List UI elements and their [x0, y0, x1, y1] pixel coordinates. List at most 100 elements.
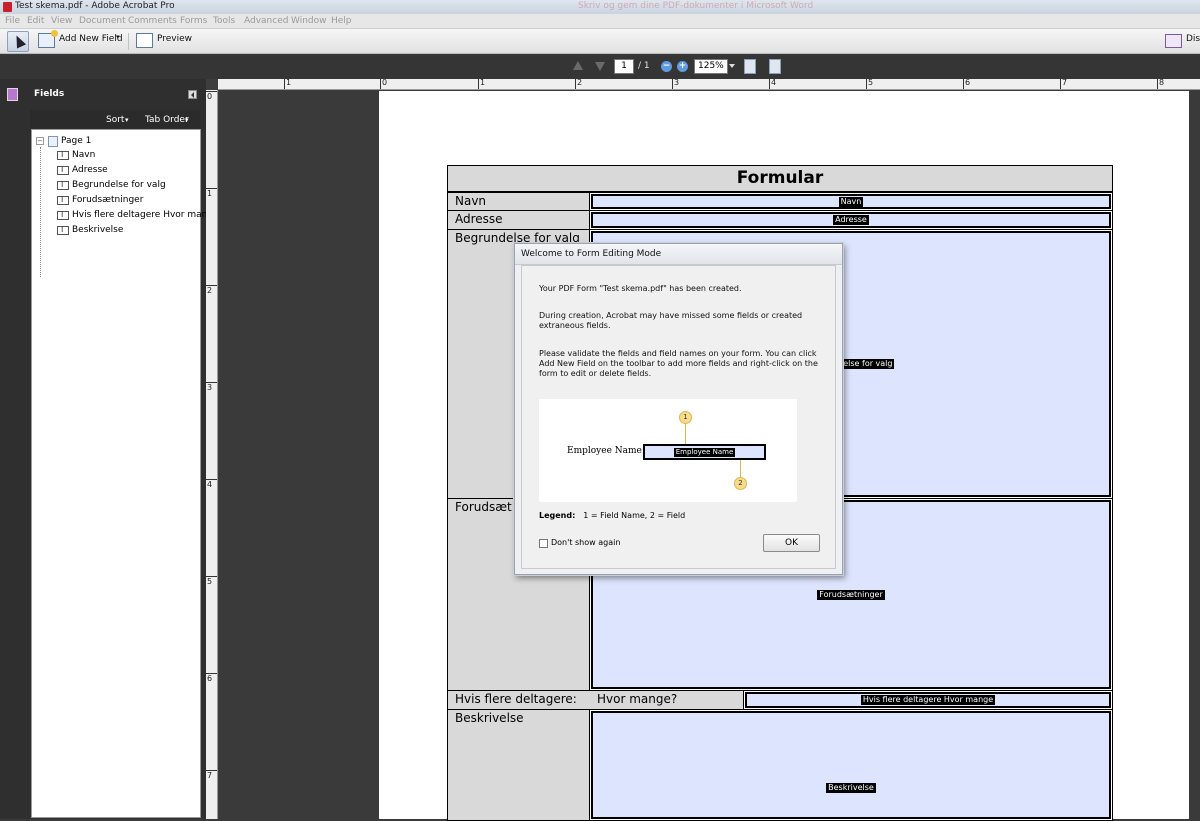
menu-document[interactable]: Document	[79, 16, 126, 26]
collapse-tree-icon[interactable]: −	[36, 137, 44, 145]
ruler-tick	[769, 79, 770, 89]
ruler-label: 0	[382, 78, 388, 87]
zoom-out-icon[interactable]: −	[661, 61, 672, 72]
marker-2-icon: 2	[734, 477, 747, 490]
page-number-input[interactable]: 1	[614, 59, 634, 74]
welcome-dialog: Welcome to Form Editing Mode Your PDF Fo…	[514, 243, 843, 575]
acrobat-icon	[3, 2, 12, 12]
menu-help[interactable]: Help	[331, 16, 352, 26]
sort-button[interactable]: Sort	[106, 115, 124, 125]
distribute-icon[interactable]	[1165, 34, 1182, 48]
add-new-field-button[interactable]: Add New Field	[59, 34, 123, 44]
field-navn[interactable]: Navn	[591, 194, 1111, 209]
dont-show-label[interactable]: Don't show again	[551, 538, 620, 547]
ruler-label: 2	[577, 78, 583, 87]
ruler-label: 8	[1159, 78, 1165, 87]
zoom-dropdown-icon[interactable]	[729, 64, 735, 68]
ruler-tick	[1157, 79, 1158, 89]
horizontal-ruler: 1 0 1 2 3 4 5 6 7 8	[218, 78, 1200, 90]
sort-chevron-icon[interactable]: ▾	[125, 116, 129, 124]
dialog-created-text: Your PDF Form "Test skema.pdf" has been …	[539, 284, 742, 293]
text-field-icon	[57, 165, 69, 175]
marker-line	[685, 424, 686, 444]
zoom-input[interactable]: 125%	[694, 59, 728, 74]
field-adresse[interactable]: Adresse	[591, 212, 1111, 228]
title-bar: Test skema.pdf - Adobe Acrobat Pro Skriv…	[0, 0, 1200, 14]
preview-button[interactable]: Preview	[157, 34, 192, 44]
ruler-label: 6	[965, 78, 971, 87]
marker-1-icon: 1	[679, 411, 692, 424]
dialog-validate-text: Please validate the fields and field nam…	[539, 349, 818, 378]
ruler-label: 5	[868, 78, 874, 87]
ruler-label: 0	[207, 92, 213, 101]
field-name-tag: lelse for valg	[839, 359, 895, 369]
field-hvis-flere[interactable]: Hvis flere deltagere Hvor mange	[745, 692, 1111, 708]
dialog-title: Welcome to Form Editing Mode	[515, 244, 842, 265]
text-field-icon	[57, 180, 69, 190]
ruler-label: 7	[207, 771, 213, 780]
fields-panel-options: Sort ▾ Tab Order ▾	[30, 110, 200, 128]
navigation-bar: 1 / 1 − + 125%	[0, 55, 1200, 79]
tree-item-label: Begrundelse for valg	[72, 180, 166, 190]
field-beskrivelse[interactable]: Beskrivelse	[591, 711, 1111, 819]
fields-icon[interactable]	[7, 88, 18, 101]
ok-button[interactable]: OK	[763, 534, 820, 552]
workspace-background	[1189, 91, 1200, 819]
toolbar: Add New Field ▾ Preview Dist	[0, 29, 1200, 54]
menu-window[interactable]: Window	[291, 16, 327, 26]
tab-order-chevron-icon[interactable]: ▾	[185, 116, 189, 124]
tree-page-label: Page 1	[61, 136, 92, 146]
previous-page-icon[interactable]	[573, 61, 583, 70]
page-icon	[48, 136, 58, 147]
ruler-label: 2	[207, 286, 213, 295]
field-name-tag: Beskrivelse	[826, 783, 876, 793]
text-field-icon	[57, 150, 69, 160]
background-window-title: Skriv og gem dine PDF-dokumenter i Micro…	[578, 1, 814, 11]
distribute-button[interactable]: Dist	[1186, 34, 1200, 44]
text-field-icon	[57, 210, 69, 220]
ruler-label: 1	[286, 78, 292, 87]
dont-show-checkbox[interactable]	[539, 539, 548, 548]
ruler-label: 3	[207, 383, 213, 392]
menu-view[interactable]: View	[51, 16, 72, 26]
label-beskrivelse: Beskrivelse	[447, 709, 590, 821]
tree-connector	[40, 147, 41, 277]
tab-order-button[interactable]: Tab Order	[145, 115, 189, 125]
field-name-tag: Adresse	[833, 215, 869, 225]
fields-panel: Fields Sort ▾ Tab Order ▾ − Page 1 Navn …	[0, 79, 219, 819]
menu-comments[interactable]: Comments	[128, 16, 177, 26]
add-field-icon[interactable]	[38, 30, 58, 48]
scroll-mode-icon[interactable]	[744, 59, 756, 74]
menu-edit[interactable]: Edit	[27, 16, 44, 26]
dialog-body: Your PDF Form "Test skema.pdf" has been …	[521, 265, 836, 569]
menu-forms[interactable]: Forms	[180, 16, 207, 26]
form-title: Formular	[447, 165, 1113, 192]
ruler-label: 5	[207, 577, 213, 586]
tree-item-label: Adresse	[72, 165, 108, 175]
fields-tree[interactable]: − Page 1 Navn Adresse Begrundelse for va…	[31, 129, 219, 818]
illustration-label: Employee Name:	[567, 446, 645, 456]
label-hvis-flere: Hvis flere deltagere: Hvor mange?	[447, 690, 744, 710]
menu-bar: File Edit View Document Comments Forms T…	[0, 14, 1200, 29]
fit-page-icon[interactable]	[769, 59, 781, 74]
chevron-down-icon[interactable]: ▾	[116, 33, 120, 41]
preview-icon[interactable]	[136, 33, 153, 48]
ruler-tick	[963, 79, 964, 89]
zoom-in-icon[interactable]: +	[677, 61, 688, 72]
collapse-panel-icon[interactable]	[188, 90, 197, 99]
tree-item-label: Hvis flere deltagere Hvor mange	[72, 210, 219, 220]
form-illustration: 1 Employee Name: Employee Name 2	[539, 399, 797, 502]
select-tool-button[interactable]	[7, 31, 29, 52]
menu-tools[interactable]: Tools	[213, 16, 235, 26]
menu-advanced[interactable]: Advanced	[244, 16, 288, 26]
next-page-icon[interactable]	[595, 62, 605, 71]
tree-item-label: Forudsætninger	[72, 195, 144, 205]
illustration-field: Employee Name	[643, 444, 766, 460]
workspace-background	[219, 91, 379, 819]
ruler-tick	[478, 79, 479, 89]
menu-file[interactable]: File	[5, 16, 20, 26]
legend-label: Legend:	[539, 511, 576, 520]
text-field-icon	[57, 195, 69, 205]
label-hvor-mange: Hvor mange?	[597, 692, 678, 706]
field-name-tag: Hvis flere deltagere Hvor mange	[860, 695, 996, 705]
